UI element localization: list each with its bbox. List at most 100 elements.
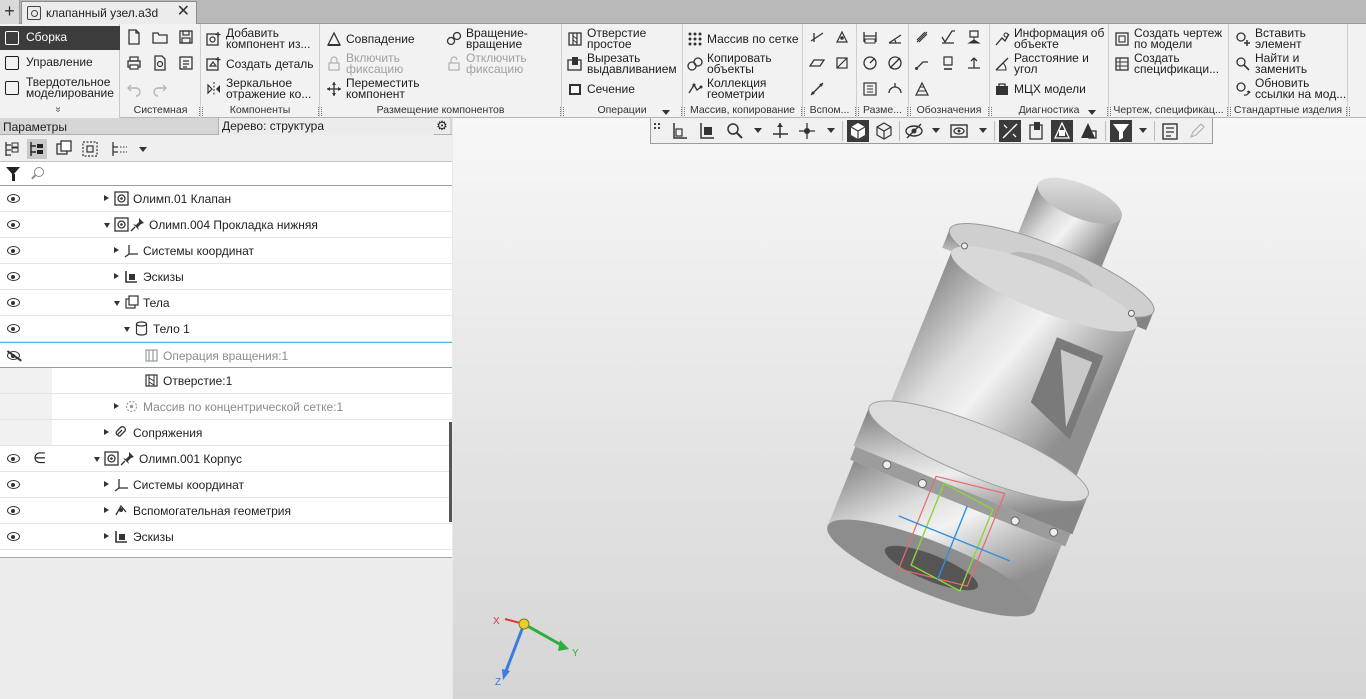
aux-plane-icon[interactable] [809, 55, 825, 71]
aux-axis-icon[interactable] [809, 29, 825, 45]
eye-icon[interactable] [7, 324, 20, 333]
geometry-collection-button[interactable]: Коллекция геометрии [687, 77, 801, 101]
tree-row[interactable]: Массив по концентрической сетке:1 [0, 394, 452, 420]
cut-view-icon[interactable] [1025, 120, 1047, 142]
display-mode-icon[interactable] [948, 120, 970, 142]
create-specification-button[interactable]: Создать спецификаци... [1114, 52, 1227, 76]
collapse-arrow-icon[interactable] [114, 301, 120, 306]
expand-arrow-icon[interactable] [114, 247, 119, 253]
document-tab[interactable]: клапанный узел.a3d ✕ [21, 1, 197, 24]
expand-arrow-icon[interactable] [114, 273, 119, 279]
tree-row[interactable]: Олимп.01 Клапан [0, 186, 452, 212]
create-drawing-button[interactable]: Создать чертеж по модели [1114, 27, 1227, 51]
print-icon[interactable] [126, 55, 142, 71]
mass-properties-button[interactable]: МЦХ модели [994, 77, 1107, 101]
tree-row[interactable]: Тела [0, 290, 452, 316]
rotate-view-icon[interactable] [769, 120, 791, 142]
display-mode-dropdown-icon[interactable] [979, 128, 987, 133]
3d-viewport[interactable]: X Y Z [453, 118, 1366, 699]
arc-length-icon[interactable] [887, 81, 903, 97]
selection-filter-icon[interactable] [1110, 120, 1132, 142]
tree-row[interactable]: Системы координат [0, 238, 452, 264]
rotation-rotation-button[interactable]: Вращение-вращение [446, 27, 558, 51]
open-folder-icon[interactable] [152, 29, 168, 45]
expand-arrow-icon[interactable] [114, 403, 119, 409]
aux-cs-icon[interactable] [834, 55, 850, 71]
new-document-tab-button[interactable]: + [0, 0, 20, 24]
close-tab-icon[interactable]: ✕ [177, 4, 190, 20]
section-view-icon[interactable] [999, 120, 1021, 142]
orientation-triad[interactable]: X Y Z [493, 616, 579, 688]
copy-objects-button[interactable]: Копировать объекты [687, 52, 801, 76]
tree-title-tab[interactable]: Дерево: структура [218, 118, 434, 135]
distance-angle-button[interactable]: Расстояние и угол [994, 52, 1107, 76]
collapse-arrow-icon[interactable] [104, 223, 110, 228]
cut-extrude-button[interactable]: Вырезать выдавливанием [567, 52, 681, 76]
aux-line-icon[interactable] [809, 81, 825, 97]
object-info-button[interactable]: Информация об объекте [994, 27, 1107, 51]
in-calculation-icon[interactable]: ∈ [33, 449, 46, 467]
find-replace-button[interactable]: Найти и заменить [1235, 52, 1346, 76]
tree-row[interactable]: Тело 1 [0, 316, 452, 342]
eye-icon[interactable] [7, 532, 20, 541]
group-dropdown-icon[interactable] [1088, 110, 1096, 115]
position-icon[interactable] [940, 55, 956, 71]
expand-arrow-icon[interactable] [104, 195, 109, 201]
properties-icon[interactable] [178, 55, 194, 71]
expand-arrow-icon[interactable] [104, 533, 109, 539]
tree-row[interactable]: Эскизы [0, 524, 452, 550]
move-component-button[interactable]: Переместить компонент [326, 77, 436, 101]
linear-dimension-icon[interactable] [862, 29, 878, 45]
coincidence-button[interactable]: Совпадение [326, 27, 436, 51]
group-dropdown-icon[interactable] [662, 110, 670, 115]
expand-arrow-icon[interactable] [104, 429, 109, 435]
tree-search-input[interactable] [52, 164, 442, 183]
weld-icon[interactable] [966, 55, 982, 71]
radial-dimension-icon[interactable] [862, 55, 878, 71]
filter-icon[interactable] [6, 167, 20, 181]
grid-array-button[interactable]: Массив по сетке [687, 27, 801, 51]
normal-to-icon[interactable] [696, 120, 718, 142]
zoom-dropdown-icon[interactable] [754, 128, 762, 133]
tree-row[interactable]: Отверстие:1 [0, 368, 452, 394]
gear-icon[interactable]: ⚙ [434, 118, 450, 134]
angular-dimension-icon[interactable] [887, 29, 903, 45]
tree-row[interactable]: Олимп.004 Прокладка нижняя [0, 212, 452, 238]
create-part-button[interactable]: Создать деталь [206, 52, 318, 76]
diameter-dimension-icon[interactable] [887, 55, 903, 71]
base-icon[interactable] [966, 29, 982, 45]
tree-row[interactable]: ∈ Олимп.001 Корпус [0, 446, 452, 472]
view-orientation-icon[interactable] [669, 120, 691, 142]
roughness-icon[interactable] [940, 29, 956, 45]
section-button[interactable]: Сечение [567, 77, 681, 101]
perspective-icon[interactable] [1051, 120, 1073, 142]
tree-by-operations-icon[interactable] [2, 139, 22, 159]
tree-structure-icon[interactable] [27, 139, 47, 159]
simple-hole-button[interactable]: Отверстие простое [567, 27, 681, 51]
mirror-component-button[interactable]: Зеркальное отражение ко... [206, 77, 318, 101]
tree-components-icon[interactable] [54, 139, 74, 159]
render-quality-icon[interactable] [1077, 120, 1099, 142]
properties-view-icon[interactable] [1159, 120, 1181, 142]
save-icon[interactable] [178, 29, 194, 45]
new-document-icon[interactable] [126, 29, 142, 45]
toolbar-grip-icon[interactable] [653, 120, 663, 142]
pan-view-icon[interactable] [796, 120, 818, 142]
shaded-display-icon[interactable] [847, 120, 869, 142]
collapse-arrow-icon[interactable] [94, 457, 100, 462]
preview-icon[interactable] [152, 55, 168, 71]
add-component-button[interactable]: Добавить компонент из... [206, 27, 318, 51]
eye-icon[interactable] [7, 246, 20, 255]
eye-icon[interactable] [7, 194, 20, 203]
height-dimension-icon[interactable] [862, 81, 878, 97]
pan-dropdown-icon[interactable] [827, 128, 835, 133]
eye-icon[interactable] [7, 272, 20, 281]
tree-row[interactable]: Вспомогательная геометрия [0, 498, 452, 524]
leader-icon[interactable] [914, 55, 930, 71]
tree-selection-icon[interactable] [80, 139, 100, 159]
hide-show-dropdown-icon[interactable] [932, 128, 940, 133]
eye-hidden-icon[interactable] [7, 351, 20, 360]
collapse-arrow-icon[interactable] [124, 327, 130, 332]
wireframe-display-icon[interactable] [873, 120, 895, 142]
zoom-icon[interactable] [723, 120, 745, 142]
